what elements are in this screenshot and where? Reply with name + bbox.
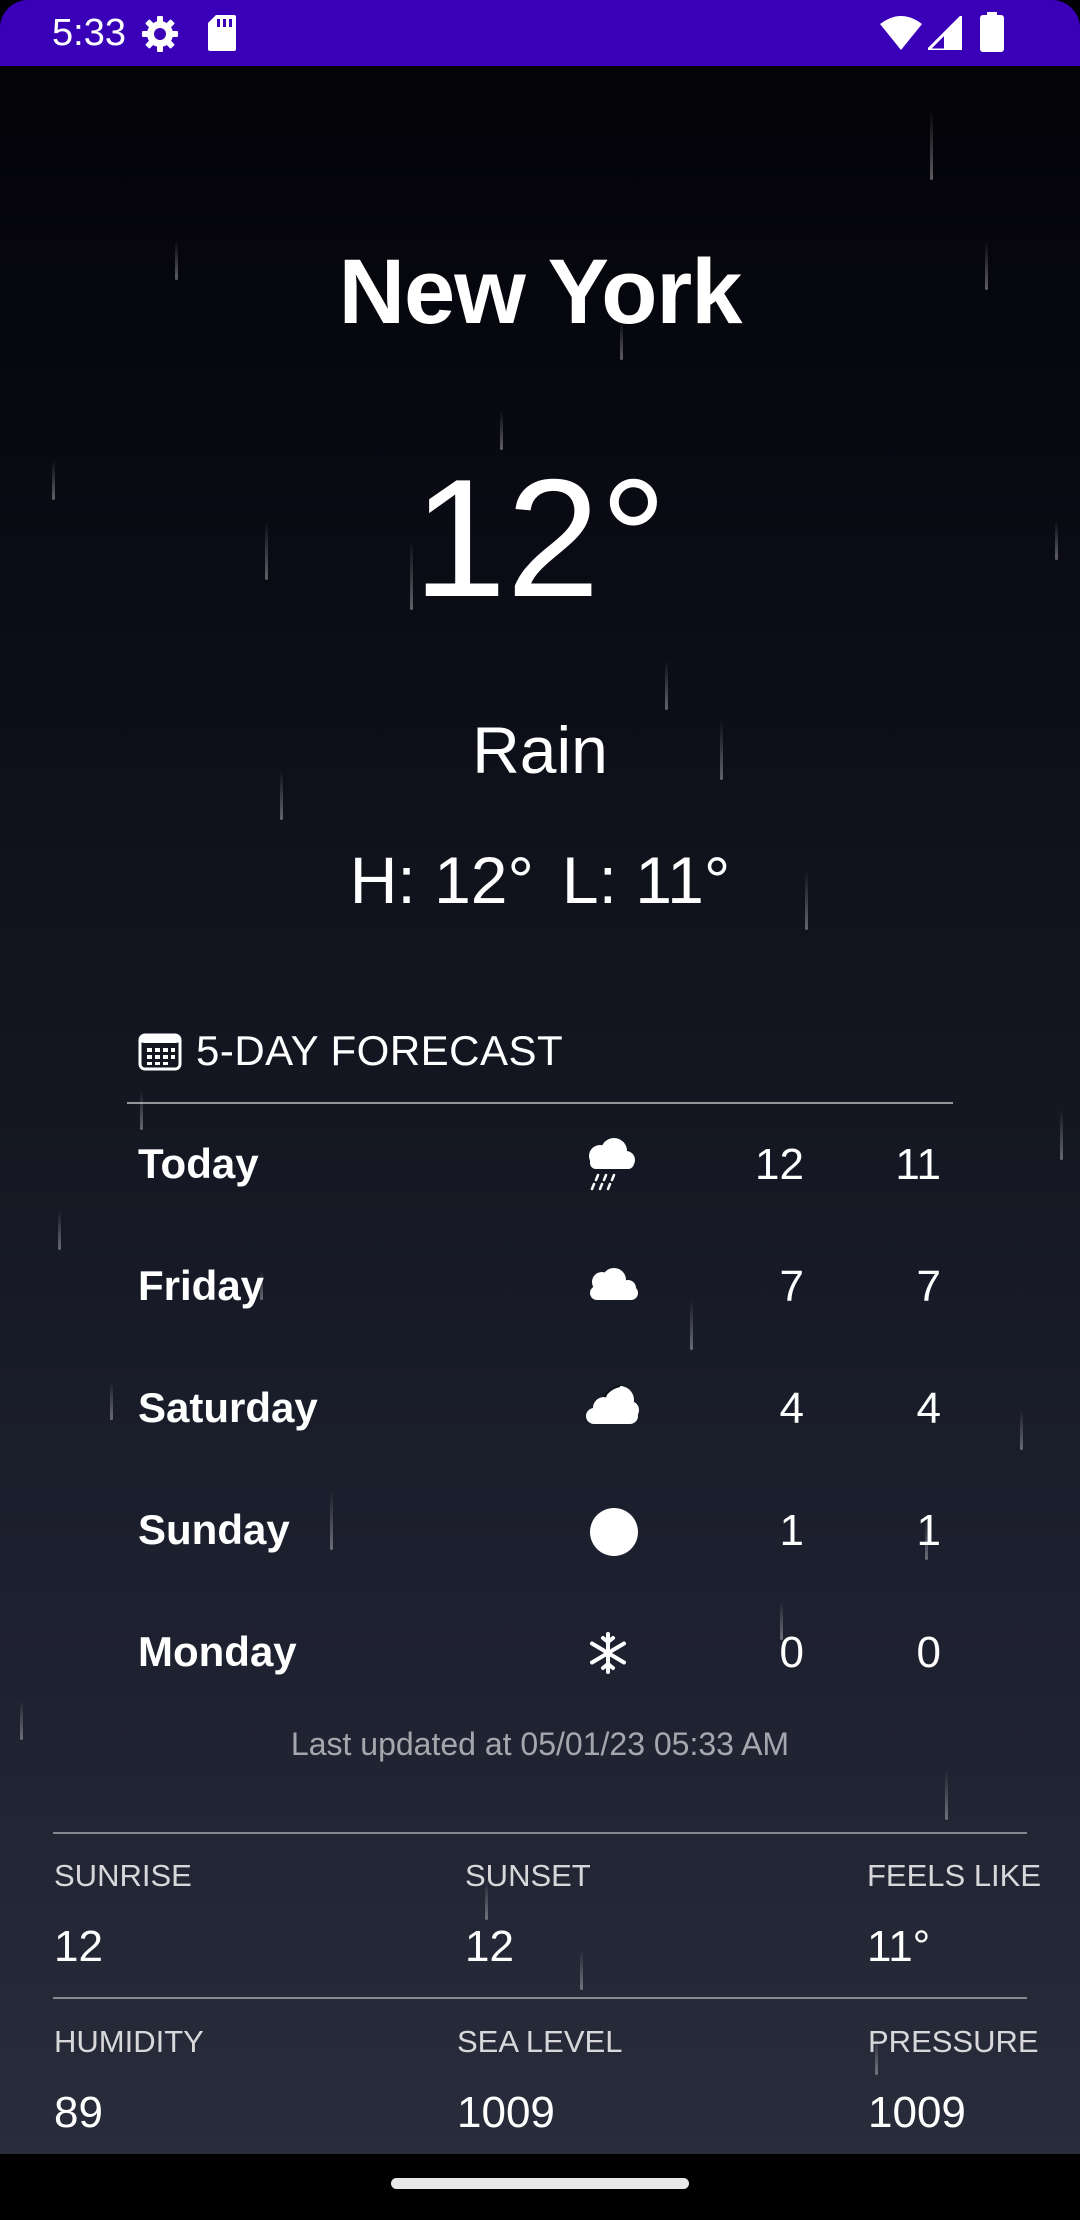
wifi-icon (880, 16, 922, 50)
forecast-day: Today (138, 1140, 259, 1187)
rain-streak (140, 1090, 143, 1130)
feels-like-label: FEELS LIKE (867, 1858, 1042, 1893)
battery-icon (980, 12, 1004, 52)
weather-condition: Rain (472, 713, 608, 787)
forecast-row: Sunday 1 1 (138, 1496, 958, 1566)
forecast-divider (127, 1102, 953, 1104)
forecast-low: 0 (916, 1628, 941, 1677)
sunrise-value: 12 (54, 1922, 103, 1971)
forecast-high: 7 (779, 1262, 804, 1311)
snowflake-icon (590, 1632, 626, 1674)
forecast-row: Saturday 4 4 (138, 1374, 958, 1444)
forecast-title: 5-DAY FORECAST (196, 1027, 564, 1074)
rain-streak (1060, 1110, 1063, 1160)
forecast-day: Monday (138, 1628, 297, 1675)
cell-signal-icon (928, 16, 962, 50)
details-divider-top (53, 1832, 1027, 1834)
rain-streak (930, 110, 933, 180)
forecast-high: 12 (755, 1140, 804, 1189)
sun-icon (590, 1508, 638, 1556)
pressure-label: PRESSURE (868, 2024, 1039, 2059)
forecast-low: 11 (895, 1140, 941, 1189)
forecast-high: 0 (779, 1628, 804, 1677)
forecast-low: 4 (916, 1384, 941, 1433)
current-temperature: 12° (412, 444, 668, 632)
forecast-high: 4 (779, 1384, 804, 1433)
forecast-day: Friday (138, 1262, 265, 1309)
calendar-icon (138, 1033, 182, 1071)
rain-streak (945, 1770, 948, 1820)
sd-card-icon (208, 15, 236, 51)
navigation-bar (0, 2154, 1080, 2220)
forecast-day: Sunday (138, 1506, 290, 1553)
rain-streak (110, 1380, 113, 1420)
humidity-value: 89 (54, 2088, 103, 2137)
sea-level-value: 1009 (457, 2088, 555, 2137)
forecast-low: 7 (916, 1262, 941, 1311)
forecast-header: 5-DAY FORECAST (138, 1026, 563, 1076)
high-temperature: H: 12° (349, 843, 534, 917)
settings-gear-icon (142, 16, 178, 52)
sea-level-label: SEA LEVEL (457, 2024, 623, 2059)
forecast-low: 1 (916, 1506, 941, 1555)
rain-cloud-icon (589, 1138, 635, 1191)
city-name: New York (338, 241, 743, 343)
humidity-label: HUMIDITY (54, 2024, 204, 2059)
forecast-day: Saturday (138, 1384, 318, 1431)
low-temperature: L: 11° (561, 843, 731, 917)
forecast-row: Today 12 11 (138, 1130, 958, 1200)
cloud-icon (590, 1268, 638, 1300)
rain-streak (580, 1950, 583, 1990)
rain-streak (1020, 1410, 1023, 1450)
sunrise-label: SUNRISE (54, 1858, 192, 1893)
high-low-temperature: H: 12° L: 11° (0, 842, 1080, 918)
last-updated-text: Last updated at 05/01/23 05:33 AM (290, 1726, 790, 1762)
forecast-high: 1 (779, 1506, 804, 1555)
sunset-value: 12 (465, 1922, 514, 1971)
rain-streak (58, 1210, 61, 1250)
forecast-row: Monday 0 0 (138, 1618, 958, 1688)
details-divider-middle (53, 1997, 1027, 1999)
weather-screen: 5:33 New York 12° Rain H: 12° L: 11° 5-D… (0, 0, 1080, 2220)
home-gesture-handle[interactable] (391, 2178, 689, 2189)
status-bar: 5:33 (0, 0, 1080, 66)
clouds-icon (586, 1385, 639, 1424)
pressure-value: 1009 (868, 2088, 966, 2137)
forecast-row: Friday 7 7 (138, 1252, 958, 1322)
rain-streak (665, 660, 668, 710)
status-time: 5:33 (52, 12, 126, 54)
feels-like-value: 11° (867, 1922, 931, 1971)
sunset-label: SUNSET (465, 1858, 591, 1893)
